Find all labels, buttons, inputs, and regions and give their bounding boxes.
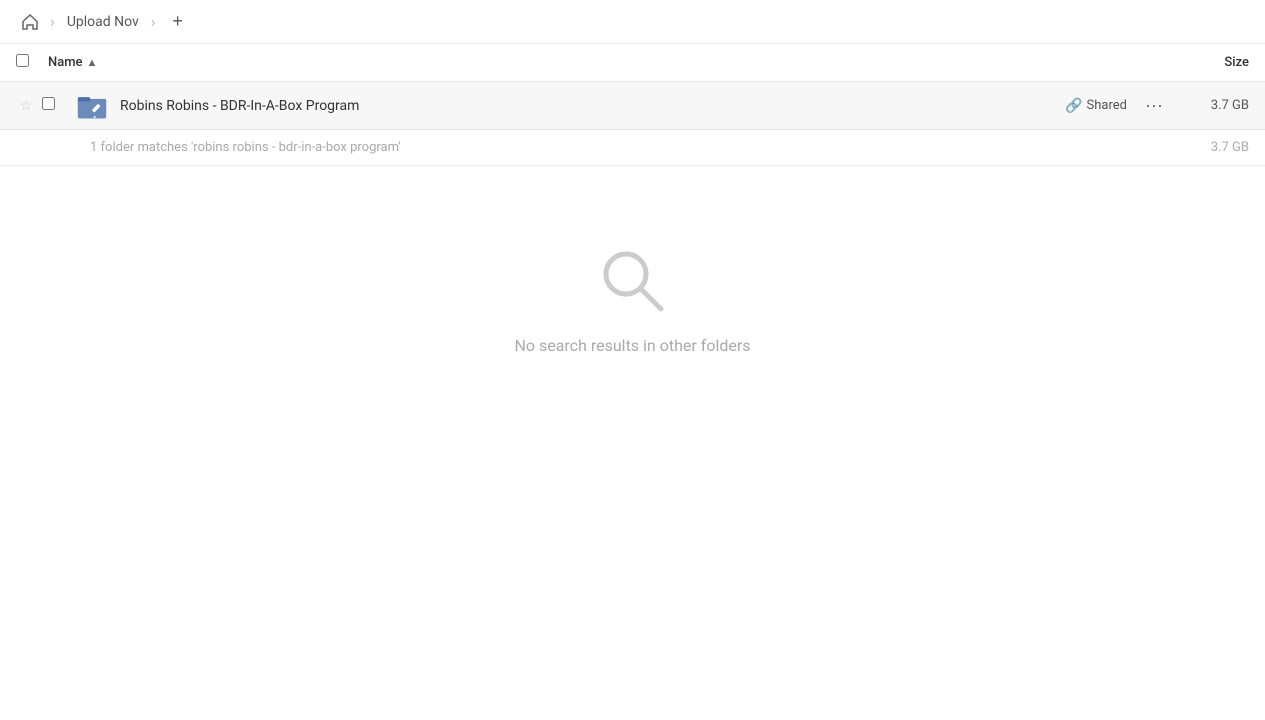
row-checkbox[interactable] — [42, 97, 55, 110]
add-button[interactable]: + — [164, 8, 192, 36]
home-icon — [20, 12, 40, 32]
row-checkbox-cell — [42, 97, 74, 114]
no-results-text: No search results in other folders — [514, 336, 750, 355]
shared-label: Shared — [1087, 98, 1127, 113]
select-all-checkbox[interactable] — [16, 54, 29, 67]
star-icon[interactable]: ☆ — [16, 96, 36, 116]
folder-icon — [76, 90, 108, 122]
breadcrumb-upload-nov[interactable]: Upload Nov — [61, 12, 145, 32]
folder-icon-wrap — [74, 88, 110, 124]
breadcrumb-separator-2: › — [151, 12, 156, 31]
table-row[interactable]: ☆ Robins Robins - BDR-In-A-Box Program 🔗… — [0, 82, 1265, 130]
match-info-text: 1 folder matches 'robins robins - bdr-in… — [90, 140, 1169, 155]
column-name-header[interactable]: Name ▲ — [48, 55, 1069, 70]
column-size-header[interactable]: Size — [1169, 55, 1249, 70]
column-name-label: Name — [48, 55, 83, 70]
file-name-label: Robins Robins - BDR-In-A-Box Program — [120, 98, 989, 114]
shared-badge[interactable]: 🔗 Shared — [1065, 98, 1127, 114]
row-actions: 🔗 Shared ··· — [989, 93, 1169, 118]
match-info-size: 3.7 GB — [1169, 140, 1249, 155]
no-results-search-icon — [598, 246, 668, 316]
header-checkbox-cell — [16, 54, 48, 71]
topbar: › Upload Nov › + — [0, 0, 1265, 44]
sort-arrow-icon: ▲ — [87, 56, 98, 69]
link-icon: 🔗 — [1065, 98, 1082, 114]
no-results-section: No search results in other folders — [0, 166, 1265, 395]
more-options-button[interactable]: ··· — [1139, 93, 1169, 118]
table-header: Name ▲ Size — [0, 44, 1265, 82]
file-size: 3.7 GB — [1169, 98, 1249, 113]
breadcrumb-separator-1: › — [50, 12, 55, 31]
home-button[interactable] — [16, 8, 44, 36]
match-info-row: 1 folder matches 'robins robins - bdr-in… — [0, 130, 1265, 166]
